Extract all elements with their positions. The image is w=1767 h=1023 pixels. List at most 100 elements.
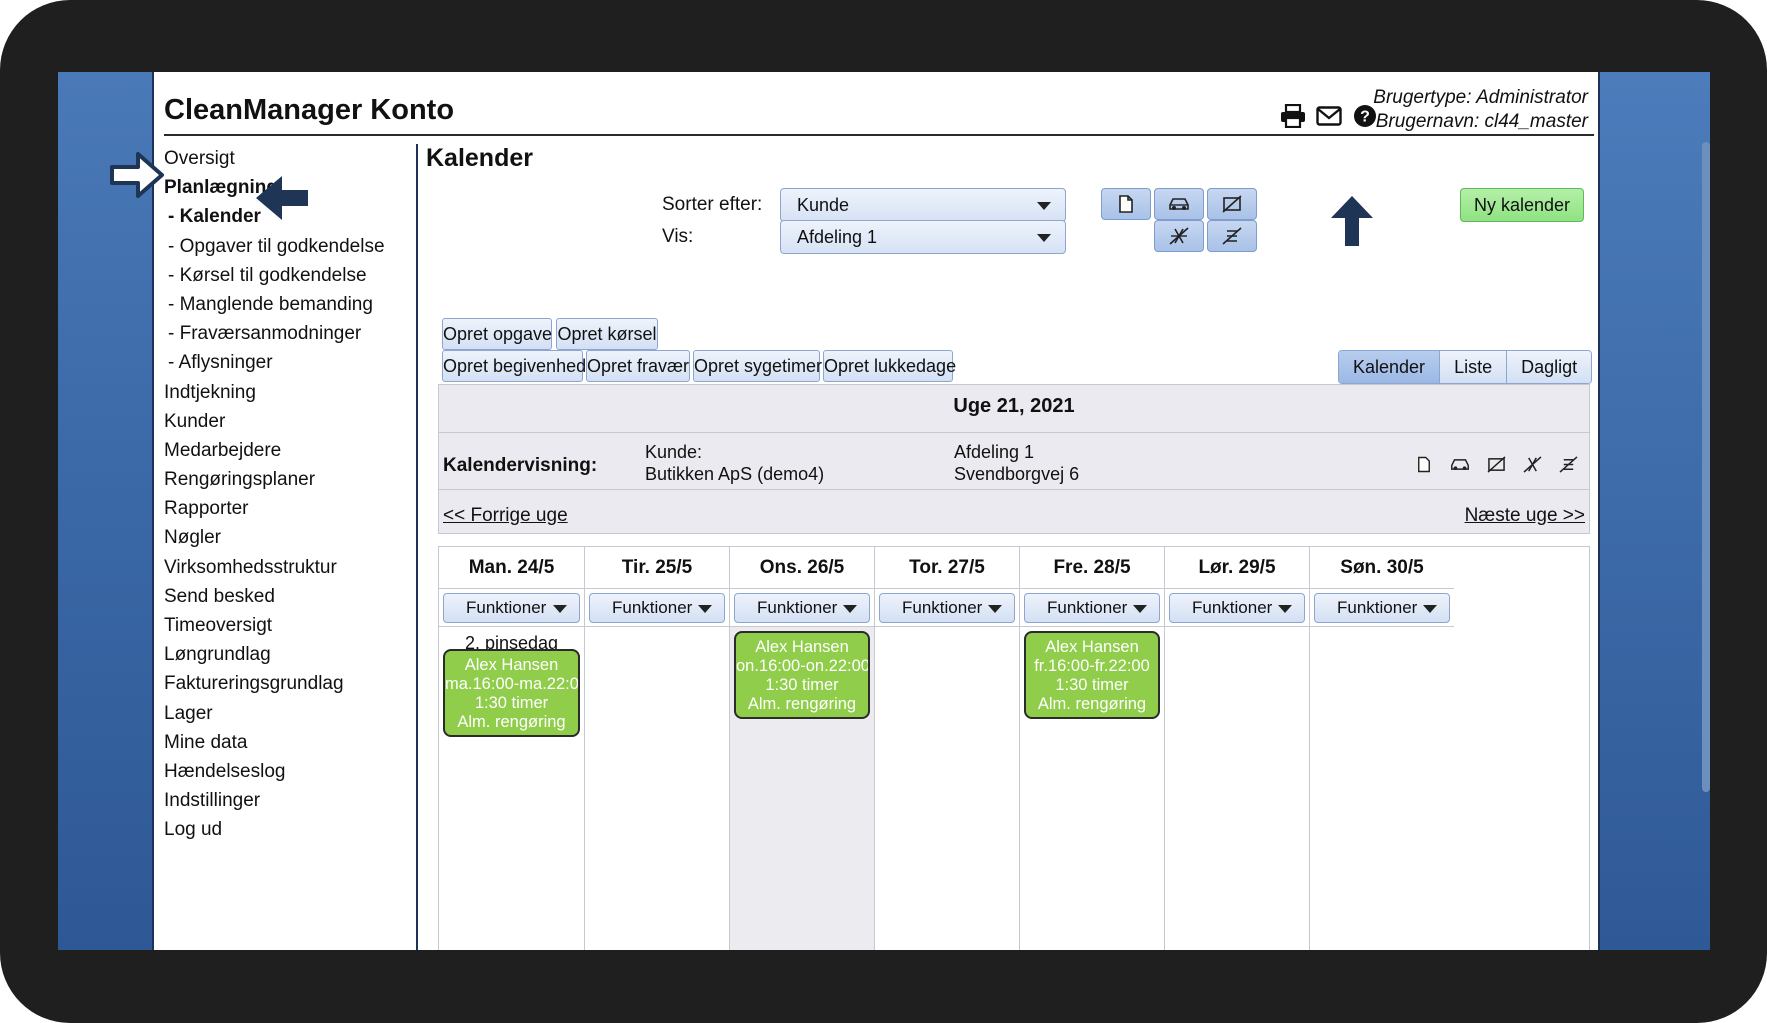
create-task-button[interactable]: Opret opgave — [442, 318, 552, 350]
day-header: Ons. 26/5 — [730, 547, 874, 589]
app-title: CleanManager Konto — [164, 94, 455, 126]
user-type: Brugertype: Administrator — [1373, 87, 1588, 108]
sidebar-item-rengoringsplaner[interactable]: Rengøringsplaner — [164, 465, 394, 494]
chevron-down-icon — [1423, 605, 1437, 613]
event-type: Alm. rengøring — [457, 713, 566, 731]
page: CleanManager Konto ? Brugertype: Adminis… — [110, 72, 1600, 950]
sidebar-item-opgaver-til-godkendelse[interactable]: - Opgaver til godkendelse — [164, 232, 394, 261]
sidebar-item-korsel-til-godkendelse[interactable]: - Kørsel til godkendelse — [164, 261, 394, 290]
tab-liste[interactable]: Liste — [1439, 351, 1507, 383]
sidebar-item-nogler[interactable]: Nøgler — [164, 523, 394, 552]
day-column-sat: Lør. 29/5 Funktioner — [1164, 547, 1309, 950]
functions-row: Funktioner — [875, 589, 1019, 627]
department-name: Afdeling 1 — [954, 442, 1035, 462]
functions-row: Funktioner — [439, 589, 584, 627]
functions-row: Funktioner — [1020, 589, 1164, 627]
functions-label: Funktioner — [1047, 598, 1128, 617]
filter-sick-button[interactable] — [1154, 220, 1204, 252]
functions-label: Funktioner — [612, 598, 693, 617]
mail-icon[interactable] — [1315, 102, 1343, 130]
week-title: Uge 21, 2021 — [953, 395, 1075, 417]
new-calendar-button[interactable]: Ny kalender — [1460, 188, 1584, 222]
filter-absence-button[interactable] — [1207, 188, 1257, 220]
functions-dropdown[interactable]: Funktioner — [589, 593, 725, 623]
sidebar-item-oversigt[interactable]: Oversigt — [164, 144, 394, 173]
filter-driving-button[interactable] — [1154, 188, 1204, 220]
create-absence-button[interactable]: Opret fravær — [586, 350, 690, 382]
tab-kalender[interactable]: Kalender — [1339, 351, 1440, 383]
sidebar-item-aflysninger[interactable]: - Aflysninger — [164, 348, 394, 377]
sort-select-value: Kunde — [797, 195, 850, 215]
functions-dropdown[interactable]: Funktioner — [1314, 593, 1450, 623]
customer-value: Butikken ApS (demo4) — [645, 464, 825, 484]
sort-select[interactable]: Kunde — [780, 188, 1066, 222]
functions-row: Funktioner — [1310, 589, 1454, 627]
sidebar-item-longrundlag[interactable]: Løngrundlag — [164, 640, 394, 669]
day-header: Lør. 29/5 — [1165, 547, 1309, 589]
absence-icon — [1222, 195, 1242, 213]
sidebar-item-indtjekning[interactable]: Indtjekning — [164, 378, 394, 407]
calendar-event[interactable]: Alex Hansen ma.16:00-ma.22:00 1:30 timer… — [443, 649, 580, 737]
calendar-event[interactable]: Alex Hansen on.16:00-on.22:00 1:30 timer… — [734, 631, 870, 719]
filter-closed-days-button[interactable] — [1207, 220, 1257, 252]
create-event-button[interactable]: Opret begivenhed — [442, 350, 586, 382]
scrollbar[interactable] — [1702, 142, 1710, 792]
calendar-event[interactable]: Alex Hansen fr.16:00-fr.22:00 1:30 timer… — [1024, 631, 1160, 719]
functions-dropdown[interactable]: Funktioner — [734, 593, 870, 623]
sidebar-item-manglende-bemanding[interactable]: - Manglende bemanding — [164, 290, 394, 319]
annotation-arrow-right-icon — [110, 152, 164, 198]
print-icon[interactable] — [1279, 102, 1307, 130]
sidebar-item-mine-data[interactable]: Mine data — [164, 728, 394, 757]
sidebar-item-indstillinger[interactable]: Indstillinger — [164, 786, 394, 815]
functions-label: Funktioner — [757, 598, 838, 617]
sidebar-item-log-ud[interactable]: Log ud — [164, 815, 394, 844]
sidebar-item-haendelseslog[interactable]: Hændelseslog — [164, 757, 394, 786]
functions-label: Funktioner — [1337, 598, 1418, 617]
customer-info: Kunde: Butikken ApS (demo4) — [645, 441, 824, 485]
event-employee: Alex Hansen — [755, 638, 849, 656]
filter-tasks-button[interactable] — [1101, 188, 1151, 220]
next-week-link[interactable]: Næste uge >> — [1465, 505, 1585, 527]
desktop-background-left — [58, 72, 152, 950]
calendar-header: Uge 21, 2021 Kalendervisning: Kunde: But… — [438, 384, 1590, 534]
sidebar-item-lager[interactable]: Lager — [164, 699, 394, 728]
day-column-sun: Søn. 30/5 Funktioner — [1309, 547, 1454, 950]
sidebar-item-faktureringsgrundlag[interactable]: Faktureringsgrundlag — [164, 669, 394, 698]
functions-dropdown[interactable]: Funktioner — [1024, 593, 1160, 623]
event-duration: 1:30 timer — [765, 676, 839, 694]
sick-icon — [1519, 451, 1545, 477]
sort-label: Sorter efter: — [662, 194, 763, 215]
create-driving-button[interactable]: Opret kørsel — [556, 318, 658, 350]
functions-dropdown[interactable]: Funktioner — [879, 593, 1015, 623]
sidebar-item-rapporter[interactable]: Rapporter — [164, 494, 394, 523]
closed-days-icon — [1555, 451, 1581, 477]
sidebar-item-send-besked[interactable]: Send besked — [164, 582, 394, 611]
create-sick-hours-button[interactable]: Opret sygetimer — [693, 350, 822, 382]
view-select[interactable]: Afdeling 1 — [780, 220, 1066, 254]
closed-days-icon — [1222, 227, 1242, 245]
functions-row: Funktioner — [1165, 589, 1309, 627]
sidebar-item-medarbejdere[interactable]: Medarbejdere — [164, 436, 394, 465]
day-column-mon: Man. 24/5 Funktioner 2. pinsedag Alex Ha… — [439, 547, 584, 950]
sidebar-item-timeoversigt[interactable]: Timeoversigt — [164, 611, 394, 640]
prev-week-link[interactable]: << Forrige uge — [443, 505, 568, 527]
day-column-tue: Tir. 25/5 Funktioner — [584, 547, 729, 950]
tab-dagligt[interactable]: Dagligt — [1506, 351, 1592, 383]
desktop-background-right — [1600, 72, 1710, 950]
day-header: Søn. 30/5 — [1310, 547, 1454, 589]
sidebar-item-fravaersanmodninger[interactable]: - Fraværsanmodninger — [164, 319, 394, 348]
sidebar-item-virksomhedsstruktur[interactable]: Virksomhedsstruktur — [164, 553, 394, 582]
user-info: Brugertype: Administrator Brugernavn: cl… — [1373, 86, 1588, 134]
divider — [439, 489, 1589, 490]
event-type: Alm. rengøring — [747, 695, 857, 713]
functions-dropdown[interactable]: Funktioner — [1169, 593, 1305, 623]
svg-text:?: ? — [1360, 109, 1370, 126]
sidebar-item-kunder[interactable]: Kunder — [164, 407, 394, 436]
event-time: on.16:00-on.22:00 — [736, 657, 870, 675]
functions-label: Funktioner — [1192, 598, 1273, 617]
device-frame: CleanManager Konto ? Brugertype: Adminis… — [0, 0, 1767, 1023]
functions-dropdown[interactable]: Funktioner — [443, 593, 580, 623]
view-select-value: Afdeling 1 — [797, 227, 878, 247]
create-closed-days-button[interactable]: Opret lukkedage — [823, 350, 956, 382]
functions-label: Funktioner — [466, 598, 547, 617]
